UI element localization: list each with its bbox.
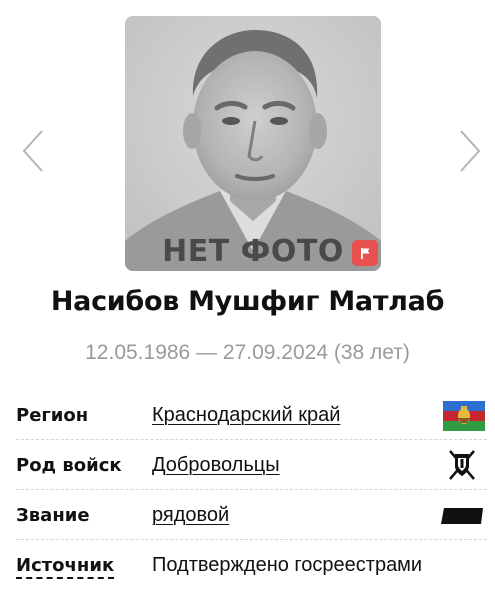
chevron-left-icon <box>22 130 43 172</box>
detail-row-source: Источник Подтверждено госреестрами <box>16 540 487 589</box>
rank-label: Звание <box>16 505 90 526</box>
troops-label: Род войск <box>16 455 122 476</box>
detail-row-region: Регион Краснодарский край <box>16 390 487 440</box>
life-dates: 12.05.1986 — 27.09.2024 (38 лет) <box>85 341 410 364</box>
person-name: Насибов Мушфиг Матлаб <box>50 286 445 317</box>
chevron-right-icon <box>460 130 481 172</box>
region-label: Регион <box>16 405 89 426</box>
portrait-photo: НЕТ ФОТО <box>125 16 381 271</box>
source-label[interactable]: Источник <box>16 555 115 579</box>
carousel-next-button[interactable] <box>457 128 483 174</box>
krasnodar-flag-icon <box>443 401 485 431</box>
no-photo-caption: НЕТ ФОТО <box>162 234 344 269</box>
volunteers-emblem-icon <box>449 450 475 480</box>
details-table: Регион Краснодарский край Род войск Добр… <box>16 390 487 589</box>
report-flag-button[interactable] <box>352 240 378 266</box>
region-link[interactable]: Краснодарский край <box>152 404 340 427</box>
detail-row-rank: Звание рядовой <box>16 490 487 540</box>
source-label-text[interactable]: Источник <box>16 555 115 579</box>
source-value: Подтверждено госреестрами <box>152 554 423 576</box>
portrait-image <box>125 16 381 271</box>
carousel-prev-button[interactable] <box>20 128 46 174</box>
detail-row-troops: Род войск Добровольцы <box>16 440 487 490</box>
flag-icon <box>361 248 370 259</box>
rank-insignia-icon <box>441 508 483 524</box>
troops-link[interactable]: Добровольцы <box>152 454 280 477</box>
rank-link[interactable]: рядовой <box>152 504 229 527</box>
